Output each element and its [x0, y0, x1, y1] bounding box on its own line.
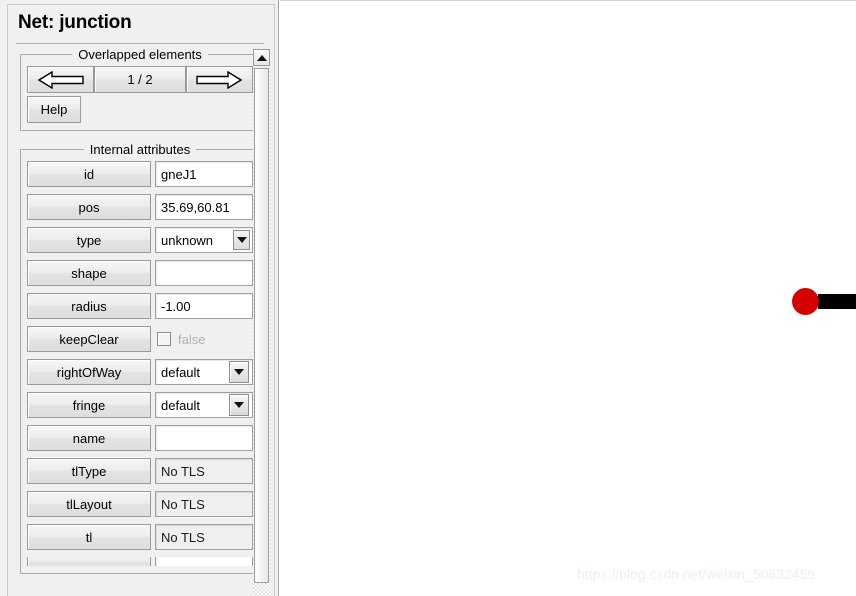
attribute-label-button-name[interactable]: name: [27, 425, 151, 451]
input-pos[interactable]: 35.69,60.81: [155, 194, 253, 220]
attribute-row-type: type unknown: [27, 227, 253, 253]
attribute-value-id: gneJ1: [155, 161, 253, 187]
internal-attributes-group: Internal attributes id gneJ1 pos 35.69,60.8…: [20, 142, 260, 574]
attribute-row-radius: radius -1.00: [27, 293, 253, 319]
attribute-rows: id gneJ1 pos 35.69,60.81 type unknown shape rad…: [27, 161, 253, 566]
canvas-top-border: [280, 0, 856, 1]
attribute-row-pos: pos 35.69,60.81: [27, 194, 253, 220]
arrow-left-icon: [37, 70, 85, 89]
next-element-button[interactable]: [185, 66, 253, 93]
attribute-label-button-tlType[interactable]: tlType: [27, 458, 151, 484]
sumo-netedit-window: Net: junction Overlapped elements 1 / 2 …: [0, 0, 856, 596]
triangle-up-glyph: [256, 54, 267, 61]
input-radius[interactable]: -1.00: [155, 293, 253, 319]
network-edge[interactable]: [818, 294, 856, 309]
attribute-row-tlType: tlType No TLS: [27, 458, 253, 484]
attribute-label-button-id[interactable]: id: [27, 161, 151, 187]
overlapped-elements-group: Overlapped elements 1 / 2 Help: [20, 47, 260, 131]
attribute-row-id: id gneJ1: [27, 161, 253, 187]
attribute-row-tl: tl No TLS: [27, 524, 253, 550]
attribute-label-button-keepClear[interactable]: keepClear: [27, 326, 151, 352]
attribute-row-name: name: [27, 425, 253, 451]
attribute-label-button-pos[interactable]: pos: [27, 194, 151, 220]
inspector-panel-frame: Net: junction Overlapped elements 1 / 2 …: [7, 4, 275, 596]
attribute-row-shape: shape: [27, 260, 253, 286]
attribute-label-button-tlLayout[interactable]: tlLayout: [27, 491, 151, 517]
scroll-up-arrow-icon[interactable]: [253, 49, 270, 66]
input-tl: No TLS: [155, 524, 253, 550]
overlapped-nav-row: 1 / 2: [27, 66, 253, 93]
overlapped-elements-title: Overlapped elements: [72, 47, 208, 62]
triangle-down-glyph: [236, 237, 247, 243]
attribute-label-button-rightOfWay[interactable]: rightOfWay: [27, 359, 151, 385]
junction-node-gneJ1[interactable]: [792, 288, 819, 315]
attribute-value-tl: No TLS: [155, 524, 253, 550]
attribute-label-button-radius[interactable]: radius: [27, 293, 151, 319]
overlapped-counter: 1 / 2: [94, 66, 186, 93]
help-button[interactable]: Help: [27, 96, 81, 123]
attribute-value-type: unknown: [155, 227, 253, 253]
input-tlLayout: No TLS: [155, 491, 253, 517]
attributes-scrollbar[interactable]: [253, 49, 270, 596]
attributes-scroll-area[interactable]: Overlapped elements 1 / 2 Help Internal …: [16, 46, 264, 596]
attribute-label-button-type[interactable]: type: [27, 227, 151, 253]
dropdown-value-rightOfWay: default: [161, 364, 201, 380]
chevron-down-icon[interactable]: [229, 361, 249, 383]
previous-element-button[interactable]: [27, 66, 95, 93]
attribute-value-radius: -1.00: [155, 293, 253, 319]
attribute-value-partial: [155, 557, 253, 566]
scroll-thumb[interactable]: [254, 68, 269, 583]
attribute-value-rightOfWay: default: [155, 359, 253, 385]
attribute-value-pos: 35.69,60.81: [155, 194, 253, 220]
attribute-value-tlType: No TLS: [155, 458, 253, 484]
attribute-row-fringe: fringe default: [27, 392, 253, 418]
attribute-value-shape: [155, 260, 253, 286]
attribute-value-tlLayout: No TLS: [155, 491, 253, 517]
dropdown-fringe[interactable]: default: [155, 392, 253, 418]
dropdown-type[interactable]: unknown: [155, 227, 253, 253]
dropdown-rightOfWay[interactable]: default: [155, 359, 253, 385]
chevron-down-icon[interactable]: [233, 230, 250, 250]
attribute-label-button-fringe[interactable]: fringe: [27, 392, 151, 418]
triangle-down-glyph: [234, 369, 244, 375]
input-name[interactable]: [155, 425, 253, 451]
input-partial[interactable]: [155, 557, 253, 566]
attribute-row-partial: [27, 557, 253, 566]
chevron-down-icon[interactable]: [229, 394, 249, 416]
attribute-label-button-partial[interactable]: [27, 557, 151, 566]
panel-title: Net: junction: [18, 12, 132, 33]
attribute-row-keepClear: keepClear false: [27, 326, 253, 352]
arrow-right-icon: [195, 70, 243, 89]
attribute-row-tlLayout: tlLayout No TLS: [27, 491, 253, 517]
watermark-text: https://blog.csdn.net/weixin_50632459: [577, 566, 816, 582]
attribute-row-rightOfWay: rightOfWay default: [27, 359, 253, 385]
attribute-label-button-tl[interactable]: tl: [27, 524, 151, 550]
input-id[interactable]: gneJ1: [155, 161, 253, 187]
triangle-down-glyph: [234, 402, 244, 408]
attribute-value-name: [155, 425, 253, 451]
title-separator: [16, 43, 264, 44]
checkbox-cell-keepClear: false: [155, 326, 253, 352]
internal-attributes-title: Internal attributes: [83, 142, 197, 157]
checkbox-keepClear[interactable]: [157, 332, 171, 346]
attribute-value-keepClear: false: [155, 326, 253, 352]
input-shape[interactable]: [155, 260, 253, 286]
inspector-panel: Net: junction Overlapped elements 1 / 2 …: [0, 0, 279, 596]
input-tlType: No TLS: [155, 458, 253, 484]
attribute-value-fringe: default: [155, 392, 253, 418]
attribute-label-button-shape[interactable]: shape: [27, 260, 151, 286]
network-canvas[interactable]: https://blog.csdn.net/weixin_50632459: [280, 0, 856, 596]
help-row: Help: [27, 96, 253, 123]
checkbox-label-keepClear: false: [178, 331, 206, 347]
dropdown-value-type: unknown: [161, 232, 214, 248]
dropdown-value-fringe: default: [161, 397, 201, 413]
